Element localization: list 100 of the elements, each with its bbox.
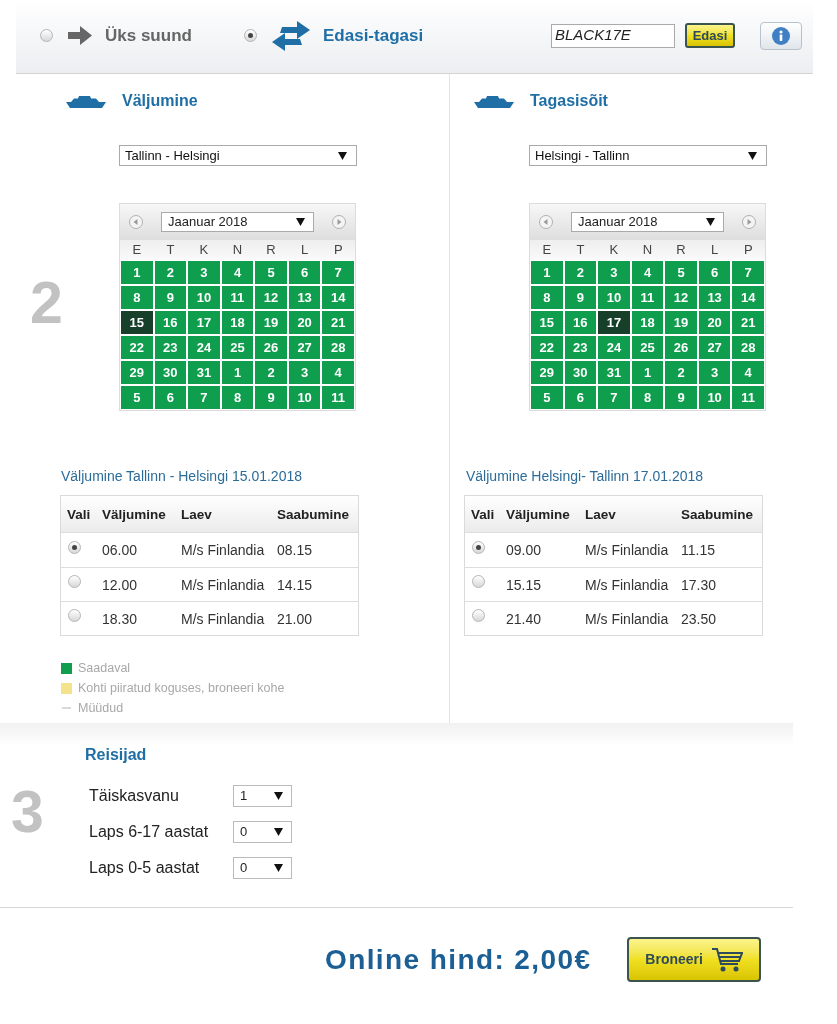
- calendar-day[interactable]: 25: [221, 336, 254, 359]
- calendar-day[interactable]: 3: [188, 261, 220, 284]
- calendar-day[interactable]: 23: [564, 336, 597, 359]
- calendar-day[interactable]: 7: [732, 261, 764, 284]
- calendar-day[interactable]: 20: [288, 311, 321, 334]
- calendar-day[interactable]: 6: [154, 386, 187, 409]
- calendar-day[interactable]: 2: [154, 261, 187, 284]
- calendar-day[interactable]: 16: [154, 311, 187, 334]
- calendar-day[interactable]: 28: [732, 336, 764, 359]
- calendar-day[interactable]: 9: [255, 386, 287, 409]
- calendar-day[interactable]: 28: [322, 336, 354, 359]
- radio-button[interactable]: [472, 540, 485, 554]
- calendar-day[interactable]: 7: [322, 261, 354, 284]
- calendar-day[interactable]: 23: [154, 336, 187, 359]
- calendar-day[interactable]: 2: [564, 261, 597, 284]
- calendar-day[interactable]: 10: [188, 286, 220, 309]
- calendar-day[interactable]: 8: [221, 386, 254, 409]
- radio-button[interactable]: [40, 29, 53, 42]
- calendar-day[interactable]: 6: [698, 261, 731, 284]
- calendar-day[interactable]: 16: [564, 311, 597, 334]
- count-select[interactable]: 0: [233, 857, 292, 879]
- calendar-day[interactable]: 8: [631, 386, 664, 409]
- calendar-day[interactable]: 4: [732, 361, 764, 384]
- info-button[interactable]: [760, 21, 802, 50]
- calendar-day[interactable]: 19: [255, 311, 287, 334]
- calendar-day[interactable]: 22: [531, 336, 563, 359]
- calendar-day[interactable]: 11: [732, 386, 764, 409]
- calendar-day[interactable]: 24: [188, 336, 220, 359]
- calendar-day[interactable]: 20: [698, 311, 731, 334]
- radio-button[interactable]: [68, 575, 81, 588]
- calendar-day[interactable]: 18: [221, 311, 254, 334]
- calendar-day[interactable]: 25: [631, 336, 664, 359]
- calendar-day[interactable]: 27: [288, 336, 321, 359]
- calendar-day[interactable]: 22: [121, 336, 153, 359]
- calendar-day[interactable]: 3: [598, 261, 630, 284]
- count-select[interactable]: 1: [233, 785, 292, 807]
- calendar-day[interactable]: 29: [531, 361, 563, 384]
- radio-button[interactable]: [472, 609, 485, 622]
- calendar-day[interactable]: 4: [631, 261, 664, 284]
- calendar-day[interactable]: 15: [531, 311, 563, 334]
- calendar-day[interactable]: 11: [221, 286, 254, 309]
- calendar-day[interactable]: 30: [154, 361, 187, 384]
- route-select[interactable]: Tallinn - Helsingi: [119, 145, 357, 166]
- count-select[interactable]: 0: [233, 821, 292, 843]
- radio-button[interactable]: [68, 609, 81, 622]
- calendar-day[interactable]: 4: [322, 361, 354, 384]
- calendar-day[interactable]: 21: [732, 311, 764, 334]
- calendar-day[interactable]: 5: [665, 261, 697, 284]
- apply-button[interactable]: Edasi: [685, 23, 735, 48]
- calendar-day[interactable]: 1: [221, 361, 254, 384]
- calendar-day[interactable]: 1: [631, 361, 664, 384]
- calendar-day[interactable]: 21: [322, 311, 354, 334]
- calendar-day[interactable]: 12: [665, 286, 697, 309]
- calendar-day[interactable]: 30: [564, 361, 597, 384]
- calendar-day[interactable]: 26: [255, 336, 287, 359]
- route-select[interactable]: Helsingi - Tallinn: [529, 145, 767, 166]
- calendar-day[interactable]: 17: [598, 311, 630, 334]
- calendar-day[interactable]: 19: [665, 311, 697, 334]
- calendar-day[interactable]: 18: [631, 311, 664, 334]
- book-button[interactable]: Broneeri: [627, 937, 762, 982]
- calendar-day[interactable]: 5: [121, 386, 153, 409]
- calendar-day[interactable]: 9: [564, 286, 597, 309]
- calendar-day[interactable]: 8: [531, 286, 563, 309]
- radio-button[interactable]: [472, 575, 485, 588]
- calendar-day[interactable]: 3: [698, 361, 731, 384]
- calendar-day[interactable]: 9: [154, 286, 187, 309]
- calendar-day[interactable]: 12: [255, 286, 287, 309]
- month-select[interactable]: Jaanuar 2018: [571, 212, 724, 232]
- trip-type-label[interactable]: Üks suund: [105, 22, 192, 49]
- month-select[interactable]: Jaanuar 2018: [161, 212, 314, 232]
- calendar-day[interactable]: 1: [531, 261, 563, 284]
- calendar-day[interactable]: 29: [121, 361, 153, 384]
- calendar-day[interactable]: 2: [665, 361, 697, 384]
- calendar-day[interactable]: 15: [121, 311, 153, 334]
- trip-type-label[interactable]: Edasi-tagasi: [323, 22, 424, 49]
- calendar-day[interactable]: 7: [598, 386, 630, 409]
- calendar-day[interactable]: 14: [322, 286, 354, 309]
- calendar-day[interactable]: 10: [698, 386, 731, 409]
- calendar-day[interactable]: 6: [564, 386, 597, 409]
- calendar-day[interactable]: 7: [188, 386, 220, 409]
- calendar-day[interactable]: 6: [288, 261, 321, 284]
- calendar-day[interactable]: 1: [121, 261, 153, 284]
- calendar-day[interactable]: 2: [255, 361, 287, 384]
- calendar-day[interactable]: 10: [598, 286, 630, 309]
- calendar-day[interactable]: 11: [631, 286, 664, 309]
- calendar-day[interactable]: 14: [732, 286, 764, 309]
- calendar-day[interactable]: 5: [531, 386, 563, 409]
- calendar-day[interactable]: 24: [598, 336, 630, 359]
- calendar-day[interactable]: 27: [698, 336, 731, 359]
- calendar-day[interactable]: 10: [288, 386, 321, 409]
- calendar-day[interactable]: 4: [221, 261, 254, 284]
- calendar-day[interactable]: 8: [121, 286, 153, 309]
- calendar-day[interactable]: 17: [188, 311, 220, 334]
- calendar-day[interactable]: 5: [255, 261, 287, 284]
- calendar-day[interactable]: 11: [322, 386, 354, 409]
- radio-button[interactable]: [68, 540, 81, 554]
- radio-button[interactable]: [244, 29, 257, 42]
- calendar-day[interactable]: 3: [288, 361, 321, 384]
- calendar-day[interactable]: 31: [188, 361, 220, 384]
- calendar-day[interactable]: 13: [288, 286, 321, 309]
